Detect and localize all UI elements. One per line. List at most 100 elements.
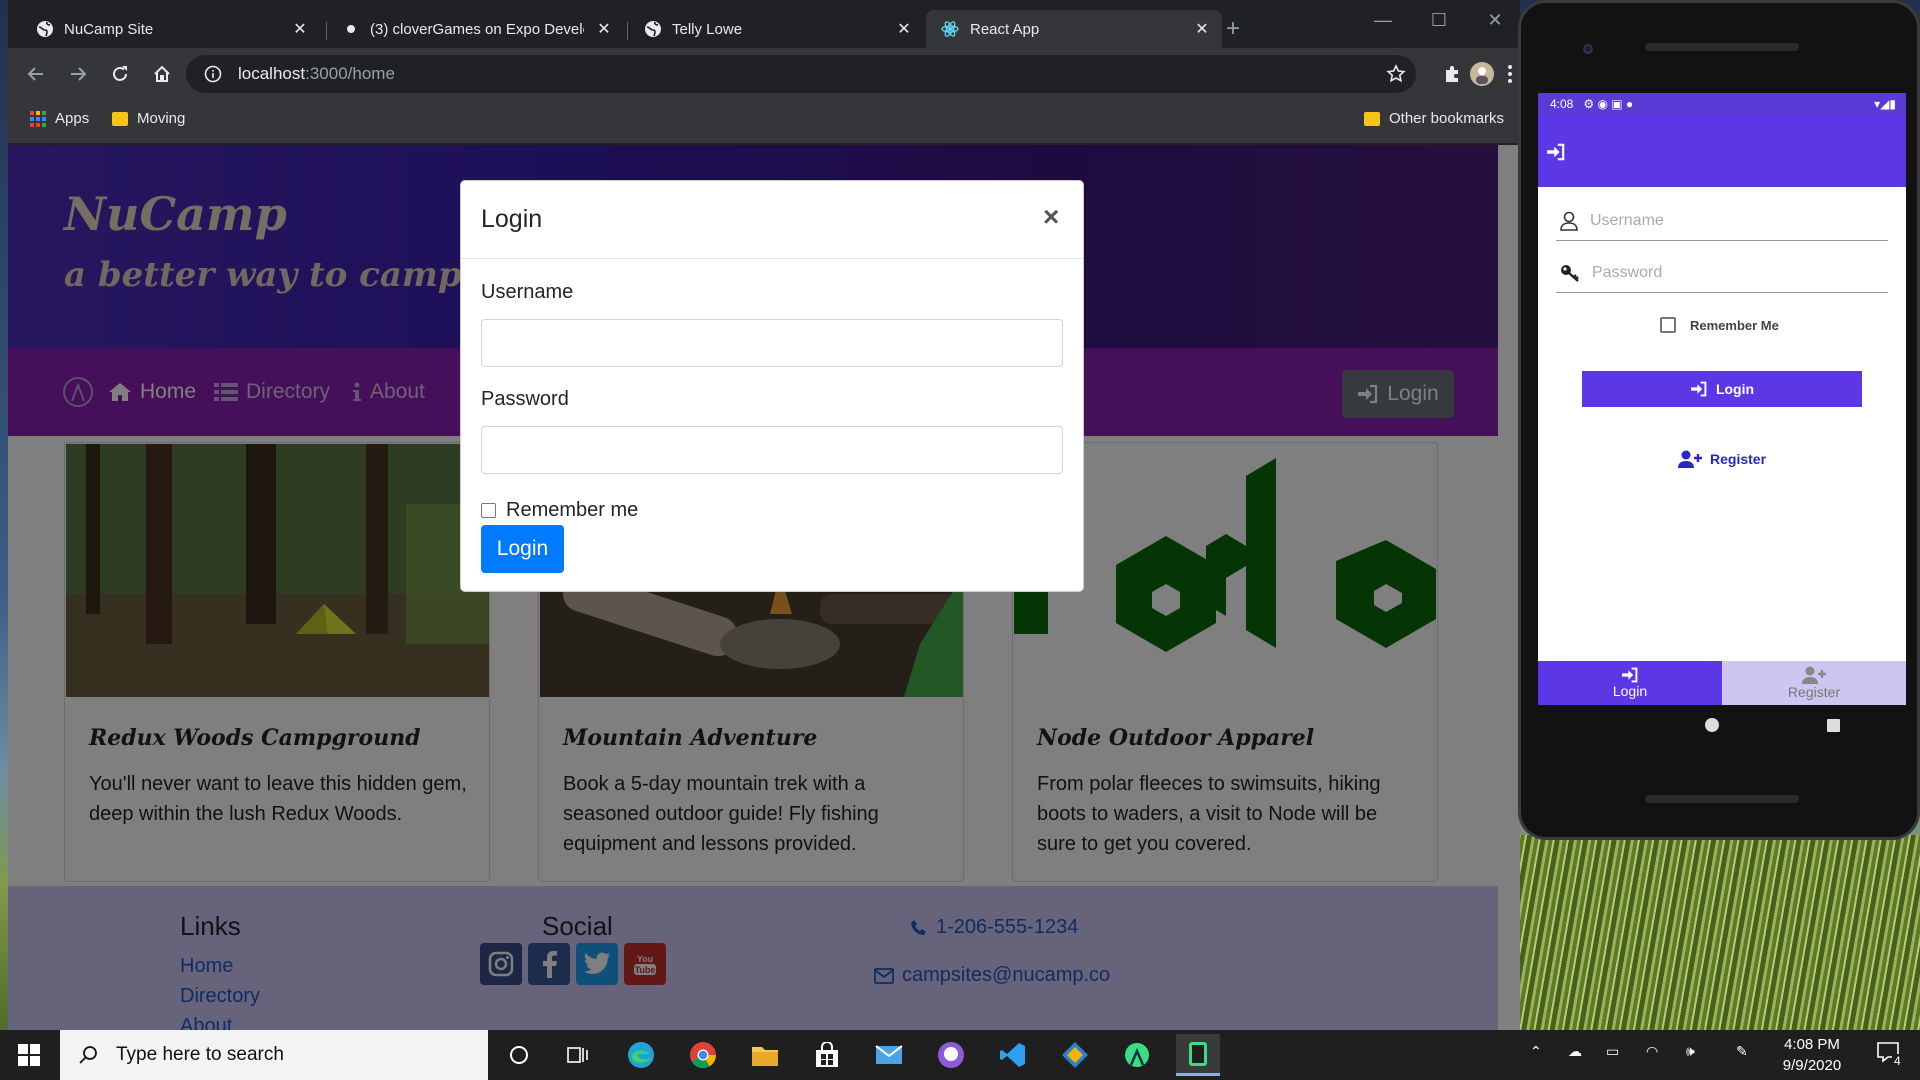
bookmark-label: Apps [55,110,90,127]
edge-icon[interactable] [626,1040,656,1070]
battery-icon[interactable]: ▭ [1606,1043,1619,1060]
android-home-button[interactable] [1705,718,1719,732]
mail-icon[interactable] [874,1040,904,1070]
remember-label: Remember me [506,499,639,521]
password-label: Password [481,388,569,410]
android-studio-icon[interactable] [1122,1040,1152,1070]
phone-screen: 4:08 ⚙ ◉ ▣ ● ▾◢▮ Username Password Remem… [1538,93,1906,705]
tab-nucamp-site[interactable]: NuCamp Site ✕ [22,10,320,48]
sign-in-icon[interactable] [1546,143,1566,161]
bookmark-other[interactable]: Other bookmarks [1364,110,1504,127]
phone-register-button[interactable]: Register [1678,450,1766,468]
menu-dots-icon[interactable] [1496,60,1520,88]
close-tab-icon[interactable]: ✕ [594,19,614,39]
phone-password-field[interactable]: Password [1556,253,1888,293]
chevron-up-icon[interactable]: ⌃ [1530,1043,1542,1060]
folder-icon [112,111,128,126]
phone-login-label: Login [1715,381,1755,397]
url-host: localhost [238,64,306,83]
password-input[interactable] [481,426,1063,474]
modal-header: Login × [461,181,1083,259]
expo-dot-icon [342,20,360,38]
windows-taskbar: Type here to search ⌃ ☁ ▭ ◠ 🕪 ✎ 4:08 PM … [0,1030,1920,1080]
bookmark-moving[interactable]: Moving [112,110,185,127]
phone-bottom-speaker [1645,795,1799,803]
phone-login-button[interactable]: Login [1582,371,1862,407]
profile-avatar[interactable] [1468,60,1496,88]
login-modal: Login × Username Password Remember me Lo… [460,180,1084,592]
back-icon[interactable] [22,60,50,88]
modal-title: Login [481,205,543,233]
new-tab-button[interactable]: + [1226,10,1266,48]
phone-remember-checkbox[interactable] [1660,317,1676,333]
tab-strip: NuCamp Site ✕ (3) cloverGames on Expo De… [8,0,1520,48]
file-explorer-icon[interactable] [750,1040,780,1070]
camera-icon [1583,44,1593,54]
globe-icon [644,20,662,38]
search-placeholder: Type here to search [116,1044,284,1065]
reload-icon[interactable] [106,60,134,88]
vscode-icon[interactable] [998,1040,1028,1070]
phone-header [1538,115,1906,187]
sign-in-icon [1690,381,1708,397]
android-recents-button[interactable] [1827,719,1840,732]
bookmark-star-icon[interactable] [1386,64,1406,84]
address-bar[interactable]: localhost:3000/home [186,55,1416,93]
tab-telly-lowe[interactable]: Telly Lowe ✕ [630,10,924,48]
user-icon [1560,211,1578,231]
clock-date: 9/9/2020 [1782,1057,1842,1074]
tab-label: Register [1787,684,1841,700]
taskbar-search[interactable]: Type here to search [60,1030,488,1080]
emulator-icon[interactable] [1176,1034,1220,1076]
home-icon[interactable] [148,60,176,88]
close-tab-icon[interactable]: ✕ [894,19,914,39]
wifi-icon[interactable]: ◠ [1646,1043,1658,1060]
username-label: Username [481,281,574,303]
user-plus-icon [1802,666,1826,684]
phone-tab-login[interactable]: Login [1538,661,1722,705]
user-plus-icon [1678,450,1702,468]
forward-icon[interactable] [64,60,92,88]
phone-speaker [1645,43,1799,51]
status-icons: ⚙ ◉ ▣ ● [1583,97,1634,111]
tab-title: React App [970,20,1040,38]
tab-react-app[interactable]: React App ✕ [926,10,1222,48]
task-view-icon[interactable] [564,1040,594,1070]
clock-time: 4:08 PM [1784,1036,1840,1053]
remember-checkbox[interactable] [481,503,496,518]
extensions-icon[interactable] [1438,60,1466,88]
close-tab-icon[interactable]: ✕ [1192,19,1212,39]
maximize-icon[interactable]: ☐ [1414,0,1464,40]
gitkraken-icon[interactable] [1060,1040,1090,1070]
bookmark-label: Moving [137,110,186,127]
phone-remember-row[interactable]: Remember Me [1660,317,1779,333]
bookmarks-bar: Apps Moving Other bookmarks [8,100,1520,144]
remember-me-row[interactable]: Remember me [481,499,638,522]
react-icon [940,19,960,39]
modal-close-button[interactable]: × [1043,201,1059,233]
minimize-icon[interactable]: — [1358,0,1408,40]
tab-expo[interactable]: (3) cloverGames on Expo Develo ✕ [328,10,624,48]
cortana-icon[interactable] [504,1040,534,1070]
tab-title: NuCamp Site [64,20,154,38]
taskbar-clock[interactable]: 4:08 PM 9/9/2020 [1764,1034,1860,1076]
github-desktop-icon[interactable] [936,1040,966,1070]
username-input[interactable] [481,319,1063,367]
phone-tab-register[interactable]: Register [1722,661,1906,705]
close-window-icon[interactable]: ✕ [1470,0,1520,40]
phone-username-field[interactable]: Username [1556,201,1888,241]
notification-count: 4 [1892,1054,1903,1068]
key-icon [1560,264,1580,282]
modal-login-button[interactable]: Login [481,525,564,573]
tab-title: Telly Lowe [672,20,743,38]
volume-icon[interactable]: 🕪 [1686,1043,1695,1060]
bookmark-apps[interactable]: Apps [30,110,89,127]
wallpaper-grass [1518,835,1920,1030]
onedrive-icon[interactable]: ☁ [1568,1043,1582,1060]
pen-icon[interactable]: ✎ [1736,1043,1748,1060]
browser-window: NuCamp Site ✕ (3) cloverGames on Expo De… [8,0,1520,1030]
chrome-icon[interactable] [688,1040,718,1070]
windows-start-icon[interactable] [14,1040,44,1070]
store-icon[interactable] [812,1040,842,1070]
close-tab-icon[interactable]: ✕ [290,19,310,39]
